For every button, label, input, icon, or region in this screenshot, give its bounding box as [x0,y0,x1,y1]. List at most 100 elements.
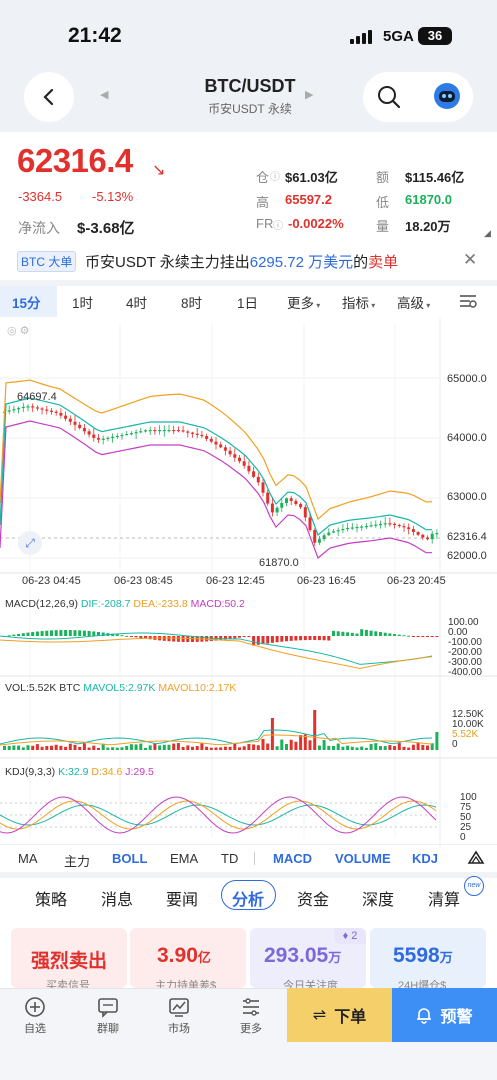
candle-body [172,430,176,432]
volume-bar [40,746,44,750]
ind-main[interactable]: 主力 [64,851,90,870]
nav-watchlist[interactable]: 自选 [10,1020,60,1036]
nav-group-chat[interactable]: 群聊 [83,1020,133,1036]
candle-body [223,447,227,451]
news-tag[interactable]: BTC 大单 [17,251,77,272]
current-price-tag: 62316.4 [447,531,487,543]
tf-indicator[interactable]: 指标 ▾ [342,292,375,312]
volume-label: 量 [376,219,390,234]
macd-bar [411,636,415,637]
volume-bar [374,743,378,750]
candle-body [7,410,11,412]
macd-bar [280,636,284,642]
candle-body [379,523,382,526]
macd-bar [252,636,256,646]
chat-icon[interactable] [97,996,119,1023]
tf-indicator-label: 指标 [342,296,369,311]
ind-macd[interactable]: MACD [273,851,312,866]
robot-assistant-icon[interactable] [433,82,461,115]
volume-bar [369,744,373,750]
liquidation-number: 5598 [393,944,440,967]
chart-settings-icon[interactable] [459,293,477,314]
volume-bar [31,745,35,750]
macd-bar [383,632,387,636]
macd-bar [266,636,270,644]
ind-td[interactable]: TD [221,851,238,866]
volume-bar [158,745,162,750]
liquidation-unit: 万 [439,950,453,965]
volume-bar [388,745,392,750]
price-tick: 63000.0 [447,491,487,503]
news-ticker[interactable]: 币安USDT 永续主力挂出6295.72 万美元的卖单 [85,251,398,272]
macd-bar [341,631,345,636]
info-icon[interactable]: ⓘ [270,168,280,183]
pair-title[interactable]: BTC/USDT [150,76,350,97]
amount-value: $115.46亿 [405,170,465,185]
candle-body [162,430,166,432]
ind-kdj[interactable]: KDJ [412,851,438,866]
expand-corner-icon[interactable]: ◢ [484,228,491,239]
tab-analysis[interactable]: 分析 [232,886,264,910]
nav-market[interactable]: 市场 [154,1020,204,1036]
candle-body [115,435,119,438]
prev-pair-icon[interactable]: ◀ [100,88,108,101]
volume-bar [82,743,86,750]
ind-ma[interactable]: MA [18,851,38,866]
macd-bar [393,634,397,636]
candle-body [195,433,199,435]
nav-more[interactable]: 更多 [226,1020,276,1036]
tf-15m[interactable]: 15分 [12,292,41,312]
volume-bar [383,746,387,750]
news-text-mid: 的 [353,254,369,271]
candle-body [275,507,279,513]
tab-funds[interactable]: 资金 [297,886,329,910]
market-icon[interactable] [168,996,190,1023]
volume-bar [364,747,368,750]
new-badge-icon: new [464,876,484,896]
volume-bar [289,739,293,750]
tf-1d[interactable]: 1日 [237,292,258,312]
close-icon[interactable]: ✕ [463,250,477,270]
tab-liquidation[interactable]: 清算 [428,886,460,910]
candle-body [153,430,157,432]
more-icon[interactable] [240,996,262,1023]
search-icon[interactable] [376,84,402,115]
ind-boll[interactable]: BOLL [112,851,147,866]
tab-headlines[interactable]: 要闻 [166,886,198,910]
tab-news[interactable]: 消息 [101,886,133,910]
tf-4h[interactable]: 4时 [126,292,147,312]
tab-depth[interactable]: 深度 [362,886,394,910]
last-price: 62316.4 [17,142,133,179]
candle-body [148,430,152,432]
candle-body [134,432,138,434]
kdj-legend: KDJ(9,3,3) K:32.9 D:34.6 J:29.5 [5,766,154,778]
fullscreen-icon[interactable]: ⤢ [18,531,42,555]
info-icon[interactable]: ⓘ [273,217,283,232]
tf-1h[interactable]: 1时 [72,292,93,312]
volume-bar [238,747,241,750]
price-change-pct: -5.13% [92,189,134,204]
macd-bar [148,636,152,640]
tab-strategy[interactable]: 策略 [35,886,67,910]
ind-ema[interactable]: EMA [170,851,198,866]
macd-bar [172,636,176,642]
macd-bar [92,631,96,636]
tf-more[interactable]: 更多 ▾ [287,292,320,312]
back-button[interactable] [24,72,74,122]
high-value: 65597.2 [285,192,332,207]
macd-bar [181,636,185,642]
order-button[interactable]: ⇌ 下单 [287,988,392,1042]
candle-body [360,526,364,528]
tf-advanced[interactable]: 高级 ▾ [397,292,430,312]
battery-icon: 36 [418,27,452,45]
draw-tool-icon[interactable] [467,849,485,870]
tf-8h[interactable]: 8时 [181,292,202,312]
watchlist-icon[interactable] [24,996,46,1023]
ind-volume[interactable]: VOLUME [335,851,391,866]
next-pair-icon[interactable]: ▶ [305,88,313,101]
eye-icon[interactable]: ◎ ⚙ [7,324,30,337]
candle-body [313,530,317,543]
alert-button[interactable]: 预警 [392,988,497,1042]
candle-body [435,533,439,535]
macd-bar [238,636,241,638]
